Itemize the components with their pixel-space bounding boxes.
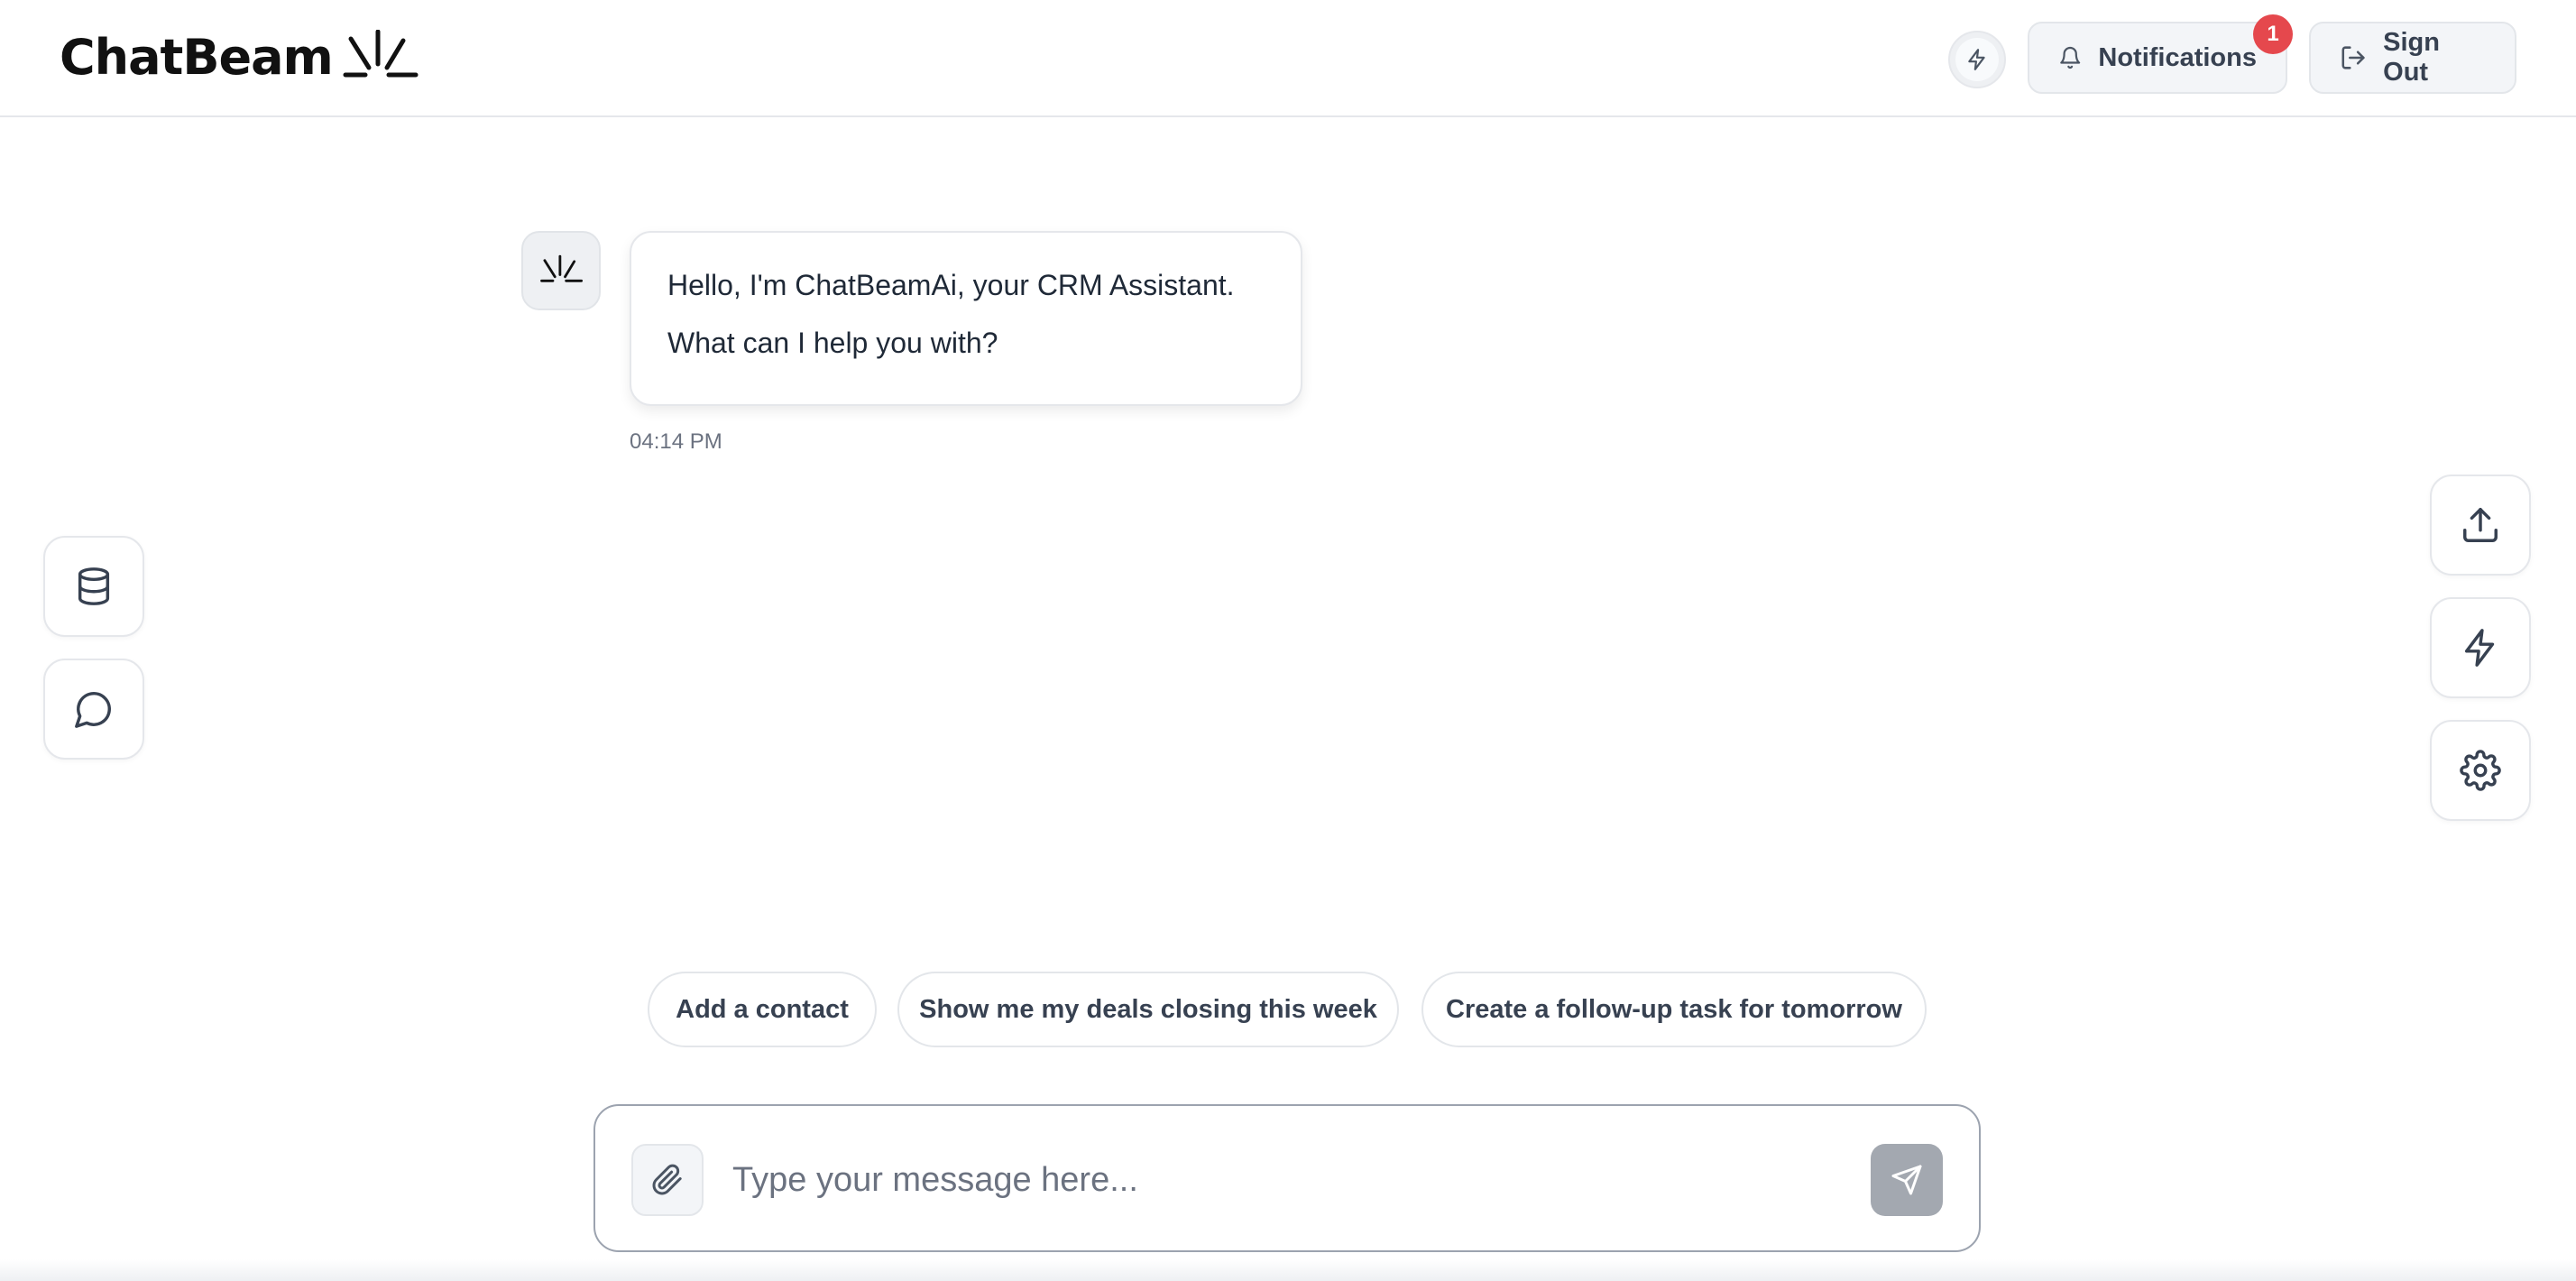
paperclip-icon xyxy=(652,1164,682,1195)
message-composer xyxy=(593,1104,1981,1252)
logo-burst-icon xyxy=(540,254,584,282)
bot-avatar xyxy=(521,231,601,310)
message-input[interactable] xyxy=(732,1144,1815,1216)
chat-history-button[interactable] xyxy=(43,659,144,760)
suggestion-chip[interactable]: Show me my deals closing this week xyxy=(897,972,1399,1047)
suggestion-chip[interactable]: Add a contact xyxy=(648,972,877,1047)
automation-button[interactable] xyxy=(2430,597,2531,698)
quick-action-button[interactable] xyxy=(1948,31,2006,88)
lightning-icon xyxy=(1968,49,1985,70)
database-icon xyxy=(78,567,110,605)
top-header: ChatBeam Notifications 1 Sign Out xyxy=(0,0,2576,117)
message-timestamp: 04:14 PM xyxy=(630,429,722,454)
upload-icon xyxy=(2463,508,2498,542)
send-icon xyxy=(1891,1165,1922,1195)
message-line: What can I help you with? xyxy=(667,327,998,359)
settings-button[interactable] xyxy=(2430,720,2531,821)
chat-bubble-icon xyxy=(75,692,111,728)
notifications-count-badge: 1 xyxy=(2253,14,2293,54)
logo-burst-icon xyxy=(343,30,419,78)
upload-button[interactable] xyxy=(2430,475,2531,576)
bottom-edge xyxy=(0,1259,2576,1281)
app-logo[interactable]: ChatBeam xyxy=(60,25,421,88)
sign-out-button[interactable]: Sign Out xyxy=(2309,22,2516,94)
notifications-button[interactable]: Notifications xyxy=(2028,22,2287,94)
attach-button[interactable] xyxy=(631,1144,704,1216)
send-button[interactable] xyxy=(1871,1144,1943,1216)
sign-out-icon xyxy=(2341,46,2365,69)
sign-out-label: Sign Out xyxy=(2383,28,2440,87)
bell-icon xyxy=(2060,46,2081,69)
bot-message-bubble: Hello, I'm ChatBeamAi, your CRM Assistan… xyxy=(630,231,1302,406)
database-button[interactable] xyxy=(43,536,144,637)
notifications-label: Notifications xyxy=(2098,42,2257,72)
message-line: Hello, I'm ChatBeamAi, your CRM Assistan… xyxy=(667,269,1235,301)
lightning-icon xyxy=(2464,629,2495,667)
suggestion-chip[interactable]: Create a follow-up task for tomorrow xyxy=(1421,972,1927,1047)
logo-text: ChatBeam xyxy=(60,28,334,86)
gear-icon xyxy=(2460,750,2501,791)
